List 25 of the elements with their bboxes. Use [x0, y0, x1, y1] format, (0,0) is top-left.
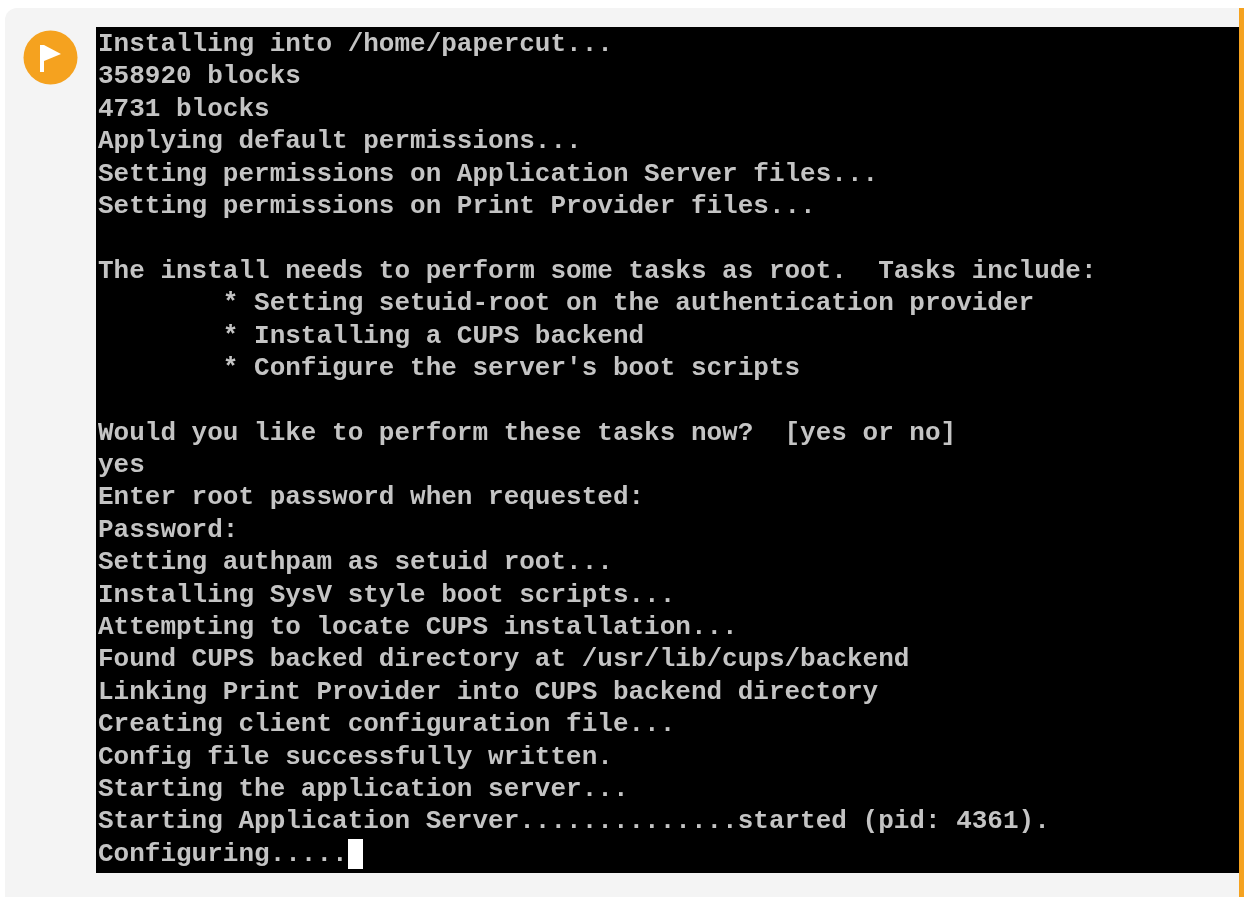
terminal-line: * Setting setuid-root on the authentication provider	[221, 287, 1035, 320]
terminal-line: Would you like to perform these tasks now? [yes or no]	[98, 416, 957, 450]
terminal-line: * Installing a CUPS backend	[221, 319, 645, 352]
terminal-line: Enter root password when requested:	[98, 481, 645, 514]
terminal-line: Applying default permissions...	[98, 125, 582, 158]
terminal-line: Installing into /home/papercut...	[98, 28, 613, 61]
terminal-line: Setting permissions on Print Provider files...	[98, 189, 816, 223]
terminal-line: Creating client configuration file...	[98, 708, 676, 741]
terminal-line: Found CUPS backed directory at /usr/lib/cups/backend	[98, 643, 910, 676]
terminal-line: Linking Print Provider into CUPS backend directory	[98, 675, 879, 709]
terminal-line: Starting Application Server..............started (pid: 4361).	[98, 805, 1050, 838]
terminal-line: yes	[98, 449, 145, 482]
terminal-line: Attempting to locate CUPS installation...	[98, 611, 738, 644]
terminal-line: Configuring.....	[98, 837, 348, 871]
terminal-line: Starting the application server...	[98, 773, 629, 806]
terminal-line: Installing SysV style boot scripts...	[98, 578, 676, 612]
terminal-line: 358920 blocks	[98, 60, 301, 93]
terminal-line: Config file successfully written.	[98, 740, 613, 773]
terminal-line: Setting authpam as setuid root...	[98, 546, 613, 579]
terminal-line: * Configure the server's boot scripts	[221, 351, 801, 385]
terminal-line: The install needs to perform some tasks as root. Tasks include:	[98, 254, 1097, 288]
terminal-line: Password:	[98, 513, 239, 547]
terminal-line: 4731 blocks	[98, 92, 270, 126]
flag-icon	[23, 30, 78, 85]
terminal-line: Setting permissions on Application Server files...	[98, 157, 879, 190]
